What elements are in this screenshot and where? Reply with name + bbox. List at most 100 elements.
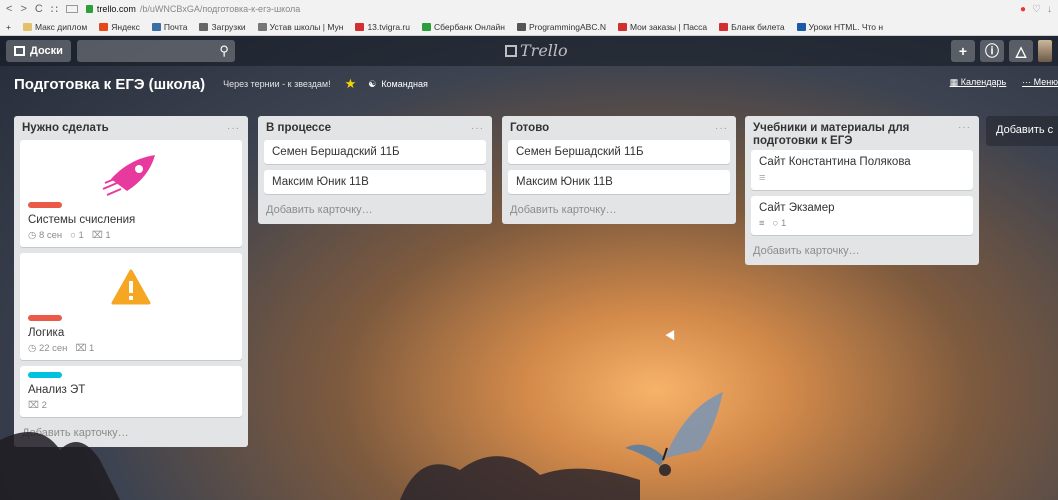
bookmark-item[interactable]: 13.tvigra.ru — [355, 22, 410, 32]
list-header[interactable]: Учебники и материалы для подготовки к ЕГ… — [751, 116, 973, 150]
rocket-icon — [102, 155, 155, 196]
card-label — [28, 202, 62, 208]
card-title: Семен Бершадский 11Б — [516, 146, 644, 158]
bookmark-icon — [796, 22, 806, 31]
card-cover — [28, 259, 234, 315]
list-title: Готово — [510, 122, 550, 134]
bell-icon: △ — [1015, 42, 1027, 59]
board-title[interactable]: Подготовка к ЕГЭ (школа) — [14, 76, 205, 93]
trello-header: Доски ⚲ Trello + ⓘ △ — [0, 36, 1058, 66]
trello-logo-icon — [505, 44, 517, 57]
notifications-button[interactable]: △ — [1009, 40, 1033, 62]
bookmark-item[interactable]: Загрузки — [199, 22, 246, 32]
attachment-icon: ⌧ 1 — [75, 343, 95, 354]
add-card-button[interactable]: Добавить карточку… — [264, 200, 486, 218]
add-card-button[interactable]: Добавить карточку… — [508, 200, 730, 218]
card-badges: ◷ 22 сен ⌧ 1 — [28, 343, 234, 354]
card[interactable]: Максим Юник 11В — [264, 170, 486, 194]
description-icon: ≡ — [759, 218, 765, 229]
star-icon[interactable]: ★ — [345, 76, 357, 92]
bookmark-label: 13.tvigra.ru — [367, 21, 410, 32]
add-list-button[interactable]: Добавить с — [986, 116, 1058, 146]
search-input[interactable]: ⚲ — [76, 40, 235, 62]
card-title: Максим Юник 11В — [272, 176, 369, 188]
reload-icon[interactable]: C — [35, 3, 43, 15]
list-menu-icon[interactable]: ··· — [471, 123, 484, 134]
calendar-button[interactable]: ▦ Календарь — [950, 77, 1006, 88]
bookmark-icon — [99, 22, 109, 31]
list-header[interactable]: Готово ··· — [508, 116, 730, 140]
favorite-icon[interactable]: ♡ — [1032, 4, 1041, 15]
info-button[interactable]: ⓘ — [980, 40, 1004, 62]
list-menu-icon[interactable]: ··· — [715, 123, 728, 134]
attachment-icon: ⌧ 1 — [91, 230, 111, 241]
list-header[interactable]: Нужно сделать ··· — [20, 116, 242, 140]
download-icon[interactable]: ↓ — [1047, 4, 1052, 15]
add-bookmark-icon[interactable]: + — [6, 22, 11, 32]
search-icon: ⚲ — [219, 43, 229, 58]
forward-icon[interactable]: > — [20, 3, 26, 15]
bookmark-label: Уроки HTML. Что н — [808, 21, 884, 32]
list-title: Нужно сделать — [22, 122, 109, 134]
bookmark-item[interactable]: Макс диплом — [22, 22, 87, 32]
add-card-button[interactable]: Добавить карточку… — [751, 241, 973, 259]
clock-icon: ◷ 8 сен — [28, 230, 63, 241]
bookmark-label: Сбербанк Онлайн — [433, 21, 505, 32]
card[interactable]: Системы счисления ◷ 8 сен ○ 1 ⌧ 1 — [20, 140, 242, 247]
bookmark-item[interactable]: Уроки HTML. Что н — [796, 21, 884, 32]
card-title: Системы счисления — [28, 214, 136, 226]
card[interactable]: Семен Бершадский 11Б — [264, 140, 486, 164]
bookmark-item[interactable]: Яндекс — [99, 22, 140, 32]
bookmark-item[interactable]: Мои заказы | Пасса — [617, 22, 707, 32]
card-title: Сайт Экзамер — [759, 202, 835, 214]
card-badges: ◷ 8 сен ○ 1 ⌧ 1 — [28, 230, 234, 241]
card-badges: ≡ ○ 1 — [759, 218, 965, 229]
menu-button[interactable]: ··· Меню — [1022, 77, 1058, 88]
bookmark-icon — [516, 22, 526, 31]
visibility-button[interactable]: ☯ Командная — [368, 79, 428, 90]
bookmark-icon — [22, 22, 32, 31]
avatar[interactable] — [1038, 40, 1052, 62]
plus-icon: + — [958, 43, 968, 59]
lock-icon — [85, 5, 93, 13]
address-bar-row: < > C ∷ trello.com/b/uWNCBxGA/подготовка… — [0, 0, 1058, 18]
bookmark-item[interactable]: Бланк билета — [719, 22, 785, 32]
comment-icon: ○ 1 — [70, 230, 84, 241]
comment-icon: ○ 1 — [772, 218, 787, 229]
url-host: trello.com — [96, 4, 136, 14]
card[interactable]: Максим Юник 11В — [508, 170, 730, 194]
apps-grid-icon[interactable]: ∷ — [51, 3, 58, 16]
butterfly-image — [625, 392, 723, 476]
card[interactable]: Сайт Экзамер ≡ ○ 1 — [751, 196, 973, 235]
list-title: Учебники и материалы для подготовки к ЕГ… — [753, 122, 910, 147]
menu-label: Меню — [1033, 77, 1058, 87]
list-menu-icon[interactable]: ··· — [227, 123, 240, 134]
extension-icon[interactable]: ● — [1020, 4, 1026, 15]
card[interactable]: Сайт Константина Полякова ≡ — [751, 150, 973, 190]
card-title: Логика — [28, 327, 65, 339]
bookmark-item[interactable]: Сбербанк Онлайн — [421, 21, 505, 32]
list-header[interactable]: В процессе ··· — [264, 116, 486, 140]
back-icon[interactable]: < — [6, 3, 12, 15]
address-bar[interactable]: trello.com/b/uWNCBxGA/подготовка-к-егэ-ш… — [85, 4, 300, 14]
bookmark-item[interactable]: Устав школы | Мун — [257, 21, 344, 32]
bookmark-label: Устав школы | Мун — [269, 21, 344, 32]
board-team[interactable]: Через тернии - к звездам! — [223, 79, 330, 89]
bookmark-item[interactable]: Почта — [151, 22, 187, 32]
attachment-count: 1 — [89, 343, 95, 354]
more-icon: ··· — [1022, 77, 1034, 87]
bookmark-icon — [421, 22, 431, 31]
trello-logo-text: Trello — [520, 41, 568, 60]
calendar-icon: ▦ — [949, 77, 961, 87]
create-button[interactable]: + — [951, 40, 975, 62]
bookmark-icon — [617, 22, 627, 31]
bookmark-item[interactable]: ProgrammingABC.N — [516, 22, 606, 32]
card[interactable]: Логика ◷ 22 сен ⌧ 1 — [20, 253, 242, 360]
card[interactable]: Семен Бершадский 11Б — [508, 140, 730, 164]
attachment-count: 1 — [105, 230, 111, 241]
boards-icon — [14, 46, 25, 56]
trello-logo[interactable]: Trello — [505, 41, 568, 60]
list-menu-icon[interactable]: ··· — [958, 122, 971, 133]
boards-button[interactable]: Доски — [6, 40, 71, 62]
bookmarks-bar: + Макс диплом Яндекс Почта Загрузки Устав шк… — [0, 18, 1058, 35]
